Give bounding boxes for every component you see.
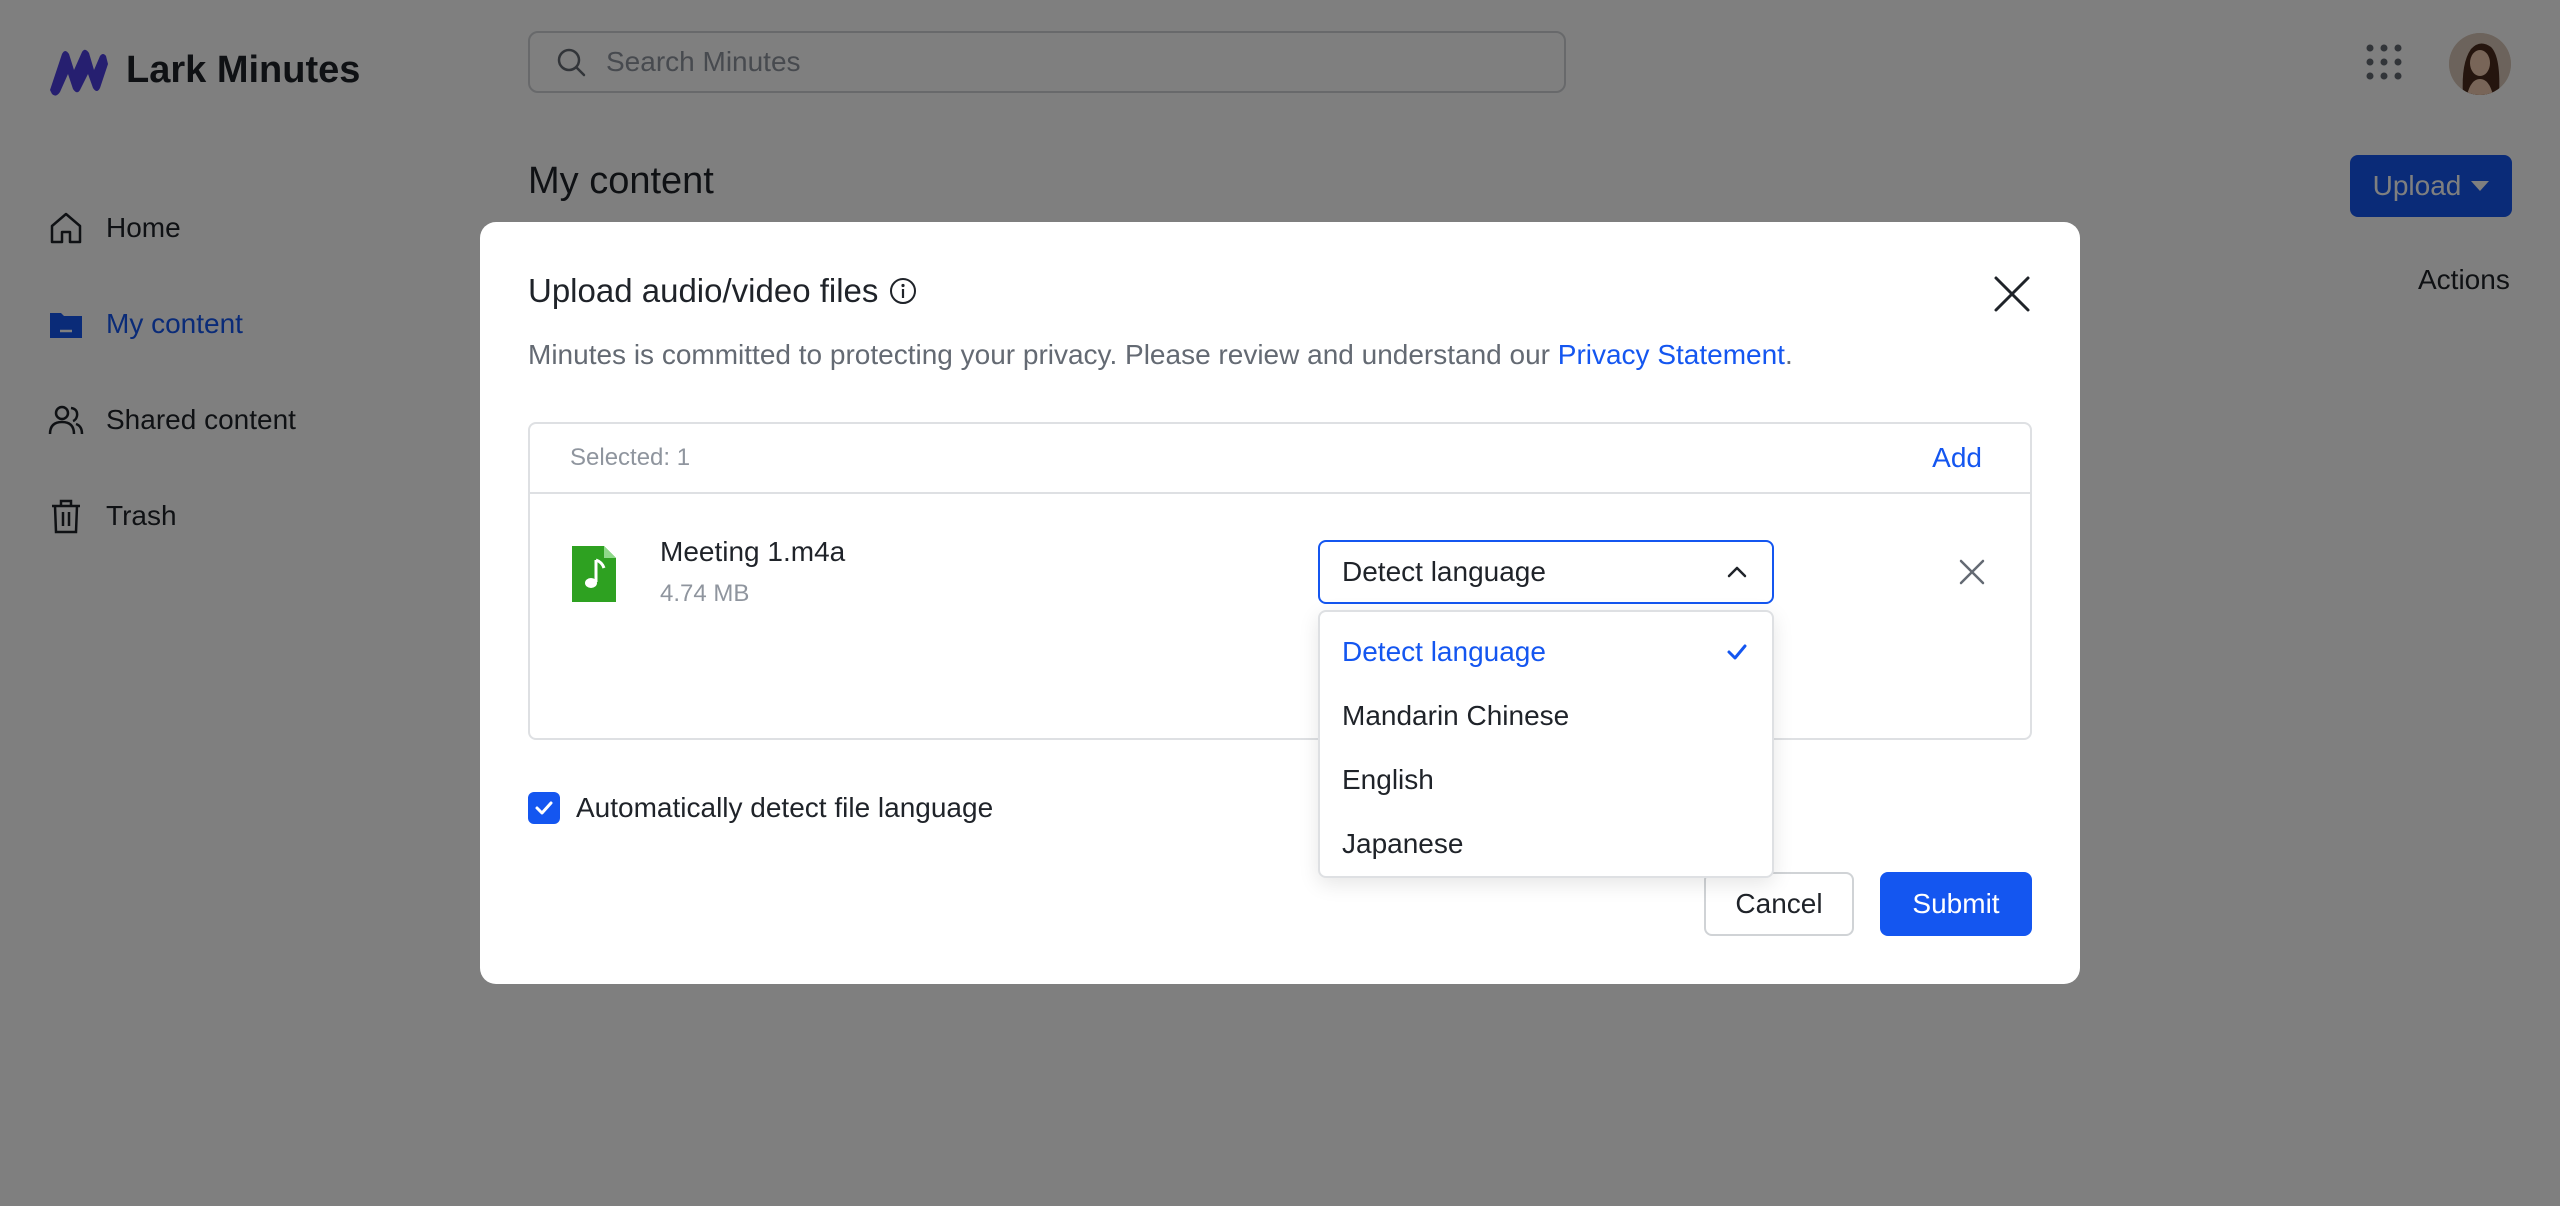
chevron-up-icon (1727, 566, 1747, 578)
option-label: Detect language (1342, 636, 1546, 667)
file-name: Meeting 1.m4a (660, 536, 846, 567)
selected-count: Selected: 1 (570, 444, 691, 471)
cancel-button[interactable]: Cancel (1704, 872, 1854, 936)
option-label: Mandarin Chinese (1342, 700, 1570, 731)
upload-dialog: Upload audio/video files Minutes is comm… (480, 222, 2080, 984)
checkmark-icon (535, 801, 553, 815)
file-size: 4.74 MB (660, 580, 750, 607)
file-row: Meeting 1.m4a 4.74 MB Detect language (530, 494, 2030, 742)
privacy-text: Minutes is committed to protecting your … (528, 339, 1558, 370)
add-file-link[interactable]: Add (1932, 442, 1982, 474)
submit-button[interactable]: Submit (1880, 872, 2032, 936)
info-icon[interactable] (888, 276, 918, 306)
privacy-statement-link[interactable]: Privacy Statement (1558, 339, 1785, 370)
check-icon (1727, 644, 1747, 660)
language-option-english[interactable]: English (1320, 748, 1772, 812)
privacy-notice: Minutes is committed to protecting your … (528, 339, 1793, 371)
remove-file-icon[interactable] (1956, 556, 1988, 588)
auto-detect-label: Automatically detect file language (576, 792, 994, 823)
language-option-japanese[interactable]: Japanese (1320, 812, 1772, 876)
dialog-title: Upload audio/video files (528, 272, 918, 310)
auto-detect-option[interactable]: Automatically detect file language (528, 792, 993, 824)
language-select-value: Detect language (1342, 556, 1546, 587)
privacy-text-end: . (1784, 339, 1793, 370)
dialog-title-text: Upload audio/video files (528, 272, 879, 309)
language-option-detect[interactable]: Detect language (1320, 620, 1772, 684)
close-icon[interactable] (1990, 272, 2034, 316)
language-dropdown: Detect language Mandarin Chinese English… (1318, 610, 1774, 878)
auto-detect-checkbox[interactable] (528, 792, 560, 824)
option-label: Japanese (1342, 828, 1464, 859)
option-label: English (1342, 764, 1434, 795)
file-list: Selected: 1 Add Meeting 1.m4a 4.74 MB De… (528, 422, 2032, 740)
file-list-header: Selected: 1 Add (530, 424, 2030, 494)
language-option-mandarin[interactable]: Mandarin Chinese (1320, 684, 1772, 748)
audio-file-icon (572, 546, 616, 602)
language-select[interactable]: Detect language (1318, 540, 1774, 604)
